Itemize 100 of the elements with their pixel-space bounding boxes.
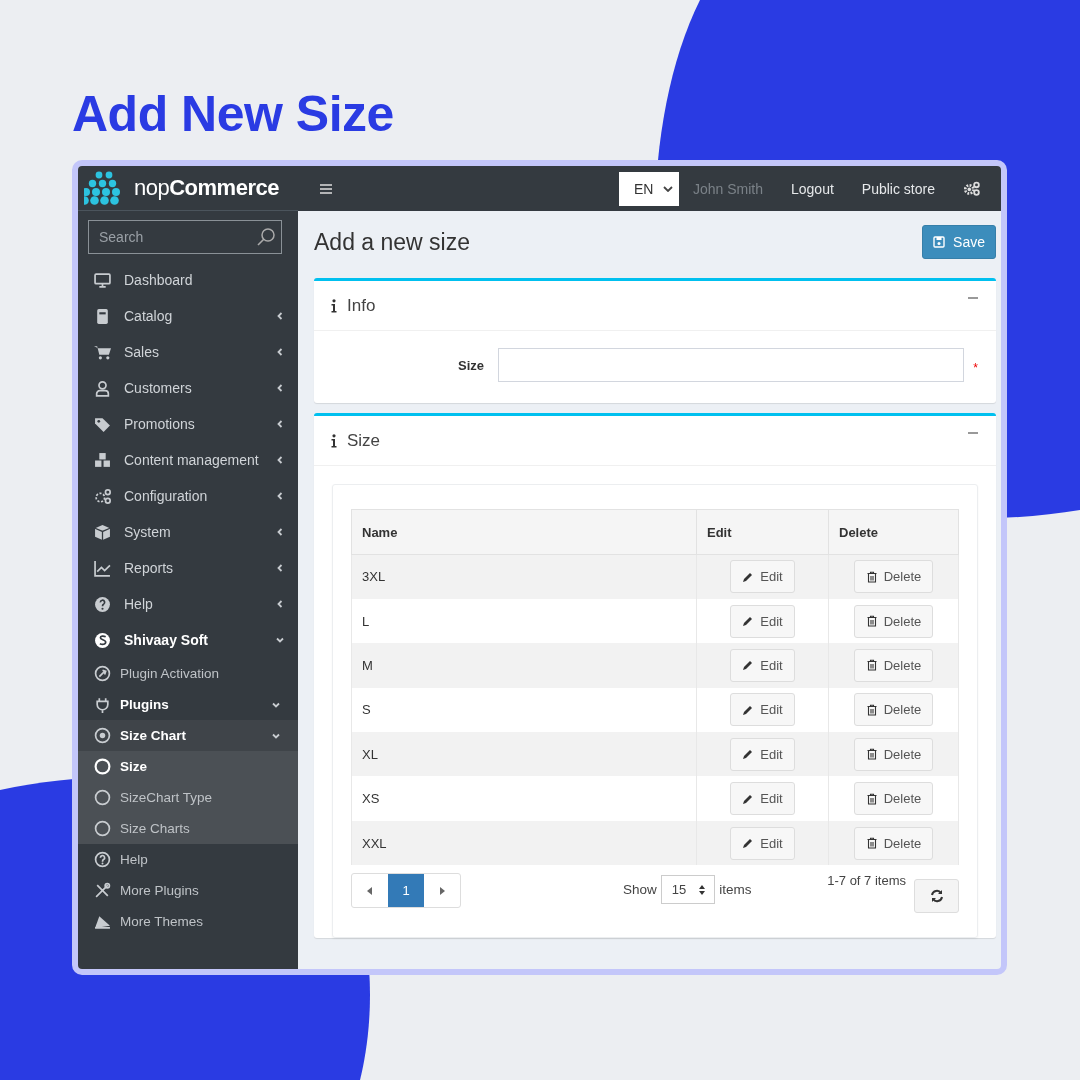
menu-item[interactable]: Configuration <box>78 478 298 514</box>
circle-icon <box>94 789 111 806</box>
circle-s-icon <box>94 631 111 649</box>
pencil-icon <box>742 837 755 850</box>
table-cell: XXL <box>351 820 697 866</box>
collapse-icon[interactable] <box>968 431 978 434</box>
monitor-icon <box>94 271 111 289</box>
page-button[interactable]: 1 <box>388 874 424 908</box>
edit-button[interactable]: Edit <box>730 604 795 638</box>
circle-icon <box>94 820 111 837</box>
book-icon <box>94 307 111 325</box>
collapse-icon[interactable] <box>968 296 978 299</box>
question-icon <box>94 851 111 868</box>
delete-button[interactable]: Delete <box>853 826 934 860</box>
trash-icon <box>865 659 878 672</box>
plug-icon <box>94 696 111 713</box>
page-title: Add a new size <box>314 228 471 256</box>
delete-button[interactable]: Delete <box>853 737 934 771</box>
trash-icon <box>865 570 878 583</box>
triangle-left-icon <box>367 886 373 895</box>
delete-button[interactable]: Delete <box>853 604 934 638</box>
pencil-icon <box>742 570 755 583</box>
gears-icon[interactable] <box>963 181 981 196</box>
show-label: Show <box>623 882 657 898</box>
delete-button[interactable]: Delete <box>853 782 934 816</box>
delete-button[interactable]: Delete <box>853 560 934 594</box>
menu-item[interactable]: Help <box>78 586 298 622</box>
pencil-icon <box>742 703 755 716</box>
edit-button[interactable]: Edit <box>730 648 795 682</box>
edit-button[interactable]: Edit <box>730 737 795 771</box>
delete-button[interactable]: Delete <box>853 648 934 682</box>
nav-link[interactable]: Public store <box>861 180 935 197</box>
page-size-select[interactable]: 15 <box>660 875 716 905</box>
menu-item[interactable]: System <box>78 514 298 550</box>
info-icon <box>331 433 337 448</box>
column-header: Name <box>351 509 697 555</box>
logo[interactable]: nopCommerce <box>84 171 279 205</box>
menu-item[interactable]: SizeChart Type <box>78 782 298 813</box>
headline: Add New Size <box>72 85 395 143</box>
cube-icon <box>94 523 111 541</box>
language-select[interactable]: EN <box>618 171 679 206</box>
delete-button[interactable]: Delete <box>853 693 934 727</box>
items-summary: 1-7 of 7 items <box>827 873 906 889</box>
menu-item[interactable]: Customers <box>78 370 298 406</box>
table-cell: 3XL <box>351 554 697 599</box>
tags-icon <box>94 415 111 433</box>
floppy-icon <box>933 236 946 248</box>
menu-item[interactable]: Sales <box>78 334 298 370</box>
menu-item[interactable]: Size Charts <box>78 813 298 844</box>
edit-button[interactable]: Edit <box>730 693 795 727</box>
up-down-icon <box>698 883 707 896</box>
edit-button[interactable]: Edit <box>730 782 795 816</box>
menu-icon[interactable] <box>320 183 332 194</box>
pencil-icon <box>742 792 755 805</box>
pencil-icon <box>742 659 755 672</box>
refresh-button[interactable] <box>914 879 959 914</box>
menu-item[interactable]: Dashboard <box>78 262 298 298</box>
menu-item[interactable]: Size Chart <box>78 720 298 751</box>
triangle-right-icon <box>439 886 445 895</box>
edit-button[interactable]: Edit <box>730 826 795 860</box>
edit-button[interactable]: Edit <box>730 560 795 594</box>
menu-item[interactable]: Promotions <box>78 406 298 442</box>
search-icon[interactable] <box>256 227 276 247</box>
search-field[interactable]: Search <box>88 220 282 254</box>
dot-circle-icon <box>94 727 111 744</box>
card-title: Size <box>347 430 381 451</box>
card-title: Info <box>347 295 376 316</box>
question-icon <box>94 595 111 613</box>
circle-icon <box>94 758 111 775</box>
refresh-icon <box>929 889 944 904</box>
cubes-icon <box>94 451 111 469</box>
table-cell: M <box>351 643 697 688</box>
chart-icon <box>94 559 111 577</box>
required-mark: * <box>972 361 978 375</box>
logo-text: nopCommerce <box>134 175 279 201</box>
size-input[interactable] <box>498 348 964 382</box>
items-label: items <box>719 882 752 898</box>
table-cell: XL <box>351 732 697 777</box>
field-label: Size <box>457 357 485 373</box>
table-cell: XS <box>351 776 697 821</box>
trash-icon <box>865 748 878 761</box>
trash-icon <box>865 703 878 716</box>
user-icon <box>94 379 111 397</box>
nav-link[interactable]: Logout <box>791 180 834 197</box>
column-header: Delete <box>828 509 959 555</box>
chevron-down-icon <box>662 185 673 192</box>
pencil-icon <box>742 615 755 628</box>
gears-icon <box>94 487 111 505</box>
info-icon <box>331 298 337 313</box>
menu-item[interactable]: Shivaay Soft <box>78 622 298 658</box>
cart-icon <box>94 343 111 361</box>
save-button[interactable]: Save <box>922 225 996 259</box>
menu-item[interactable]: Size <box>78 751 298 782</box>
trash-icon <box>865 615 878 628</box>
menu-item[interactable]: Reports <box>78 550 298 586</box>
column-header: Edit <box>696 509 829 555</box>
menu-item[interactable]: Content management <box>78 442 298 478</box>
trash-icon <box>865 837 878 850</box>
pencil-icon <box>742 748 755 761</box>
menu-item[interactable]: Catalog <box>78 298 298 334</box>
